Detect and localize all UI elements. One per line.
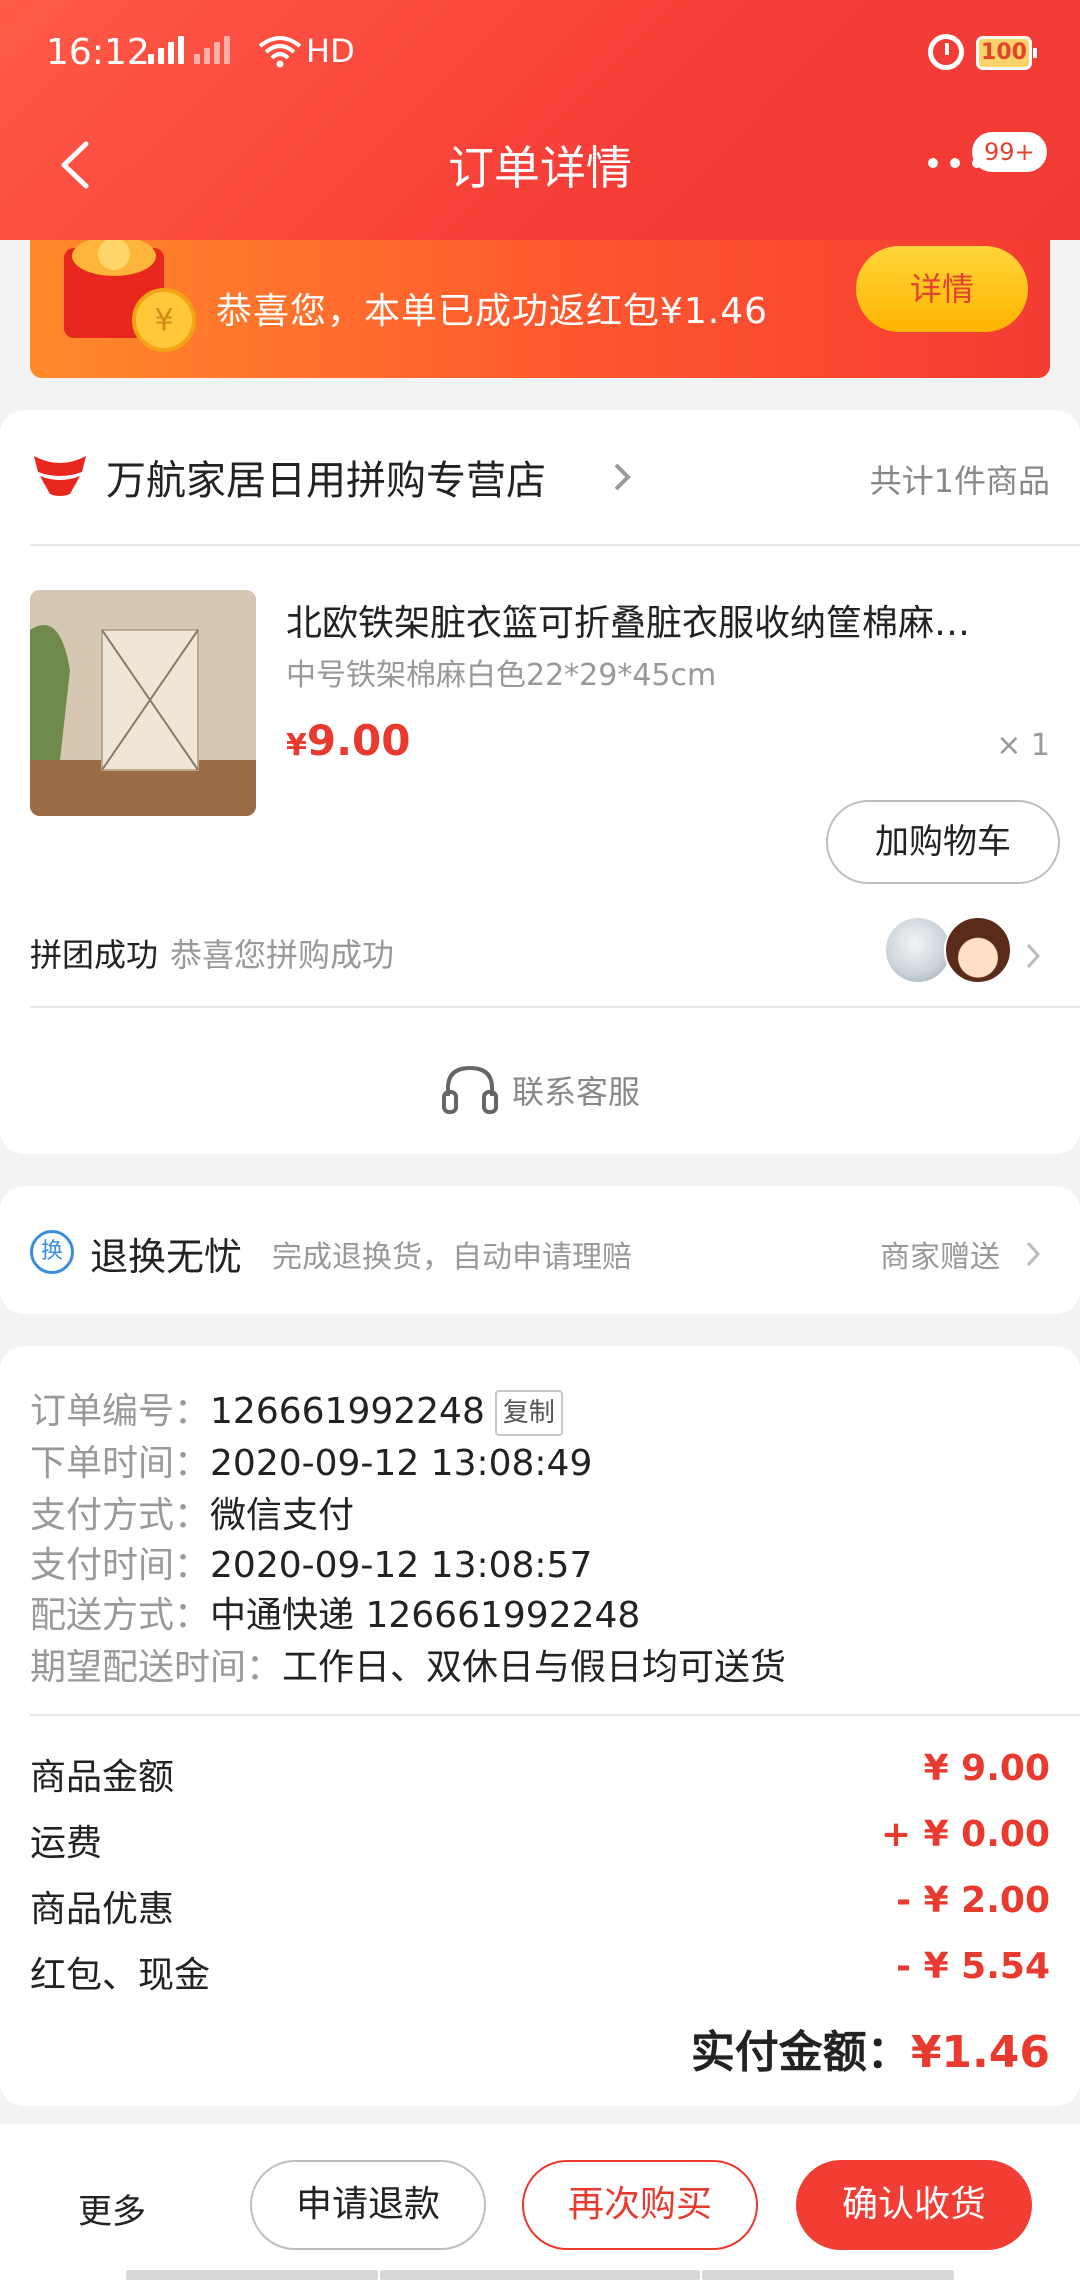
red-envelope-icon: ¥ — [64, 236, 196, 352]
battery-indicator: 100 — [976, 36, 1037, 70]
order-time-row: 下单时间：2020-09-12 13:08:49 — [30, 1434, 592, 1486]
info-value: 126661992248 — [210, 1391, 485, 1432]
summary-shipping-row: 运费 + ¥ 0.00 — [30, 1814, 1050, 1864]
order-info-card: 订单编号：126661992248 复制 下单时间：2020-09-12 13:0… — [0, 1346, 1080, 2106]
expected-delivery-row: 期望配送时间：工作日、双休日与假日均可送货 — [30, 1638, 786, 1690]
info-value: 工作日、双休日与假日均可送货 — [282, 1647, 787, 1688]
signal-icon — [148, 36, 230, 64]
product-image[interactable] — [30, 590, 256, 816]
chevron-right-icon[interactable] — [1024, 942, 1042, 970]
apply-refund-button[interactable]: 申请退款 — [250, 2160, 486, 2250]
more-button[interactable]: 更多 — [78, 2184, 146, 2233]
confirm-receipt-button[interactable]: 确认收货 — [796, 2160, 1032, 2250]
exchange-icon: 换 — [30, 1230, 74, 1274]
chevron-right-icon[interactable] — [612, 462, 632, 492]
add-to-cart-button[interactable]: 加购物车 — [826, 800, 1060, 884]
status-bar: 16:12 HD 100 — [0, 0, 1080, 108]
item-count: 共计1件商品 — [869, 462, 1050, 500]
info-value: 微信支付 — [210, 1495, 355, 1536]
copy-button[interactable]: 复制 — [494, 1390, 563, 1436]
bottom-action-bar: 更多 申请退款 再次购买 确认收货 — [0, 2124, 1080, 2280]
shop-card: 万航家居日用拼购专营店 共计1件商品 北欧铁架脏衣篮可折叠脏衣服收纳筐棉麻… 中… — [0, 410, 1080, 1154]
order-number-row: 订单编号：126661992248 复制 — [30, 1382, 563, 1436]
home-indicator — [126, 2270, 378, 2280]
customer-service-label: 联系客服 — [511, 1073, 640, 1111]
info-value: 2020-09-12 13:08:49 — [210, 1443, 593, 1484]
delivery-method-row: 配送方式：中通快递 126661992248 — [30, 1586, 640, 1638]
home-indicator — [380, 2270, 700, 2280]
guarantee-title: 退换无忧 — [90, 1235, 243, 1279]
info-key: 下单时间： — [30, 1443, 211, 1484]
alarm-icon — [928, 34, 964, 70]
summary-discount-row: 商品优惠 - ¥ 2.00 — [30, 1880, 1050, 1930]
guarantee-desc: 完成退换货，自动申请理赔 — [272, 1240, 632, 1275]
group-status: 拼团成功 — [30, 936, 159, 974]
buy-again-button[interactable]: 再次购买 — [522, 2160, 758, 2250]
info-key: 配送方式： — [30, 1595, 211, 1636]
info-value: 2020-09-12 13:08:57 — [210, 1545, 593, 1586]
page-title: 订单详情 — [448, 141, 632, 195]
cashback-banner: ¥ 恭喜您，本单已成功返红包¥1.46 详情 — [30, 236, 1050, 378]
summary-redpacket-row: 红包、现金 - ¥ 5.54 — [30, 1946, 1050, 1996]
header: 16:12 HD 100 订单详情 99+ — [0, 0, 1080, 240]
guarantee-provider: 商家赠送 — [880, 1240, 1000, 1275]
group-desc: 恭喜您拼购成功 — [170, 936, 395, 974]
divider — [30, 544, 1080, 546]
cashback-text: 恭喜您，本单已成功返红包¥1.46 — [216, 291, 769, 332]
info-value: 中通快递 126661992248 — [210, 1595, 641, 1636]
info-key: 期望配送时间： — [30, 1647, 283, 1688]
cashback-detail-button[interactable]: 详情 — [856, 246, 1028, 332]
hd-indicator: HD — [306, 32, 355, 70]
wifi-icon — [258, 36, 302, 68]
payment-time-row: 支付时间：2020-09-12 13:08:57 — [30, 1536, 592, 1588]
payment-method-row: 支付方式：微信支付 — [30, 1486, 354, 1538]
divider — [30, 1006, 1080, 1008]
shop-name[interactable]: 万航家居日用拼购专营店 — [106, 448, 546, 506]
headset-icon — [441, 1065, 498, 1114]
paid-amount: 实付金额：¥1.46 — [690, 2027, 1050, 2078]
avatar[interactable] — [884, 916, 952, 984]
info-key: 支付方式： — [30, 1495, 211, 1536]
shop-logo-icon — [34, 456, 86, 496]
info-key: 订单编号： — [30, 1391, 211, 1432]
avatar[interactable] — [944, 916, 1012, 984]
summary-goods-row: 商品金额 ¥ 9.00 — [30, 1748, 1050, 1798]
product-quantity: × 1 — [996, 728, 1050, 763]
status-time: 16:12 — [46, 32, 150, 73]
customer-service-button[interactable]: 联系客服 — [0, 1050, 1080, 1130]
svg-text:¥: ¥ — [154, 303, 173, 338]
chevron-right-icon[interactable] — [1024, 1240, 1042, 1268]
product-title[interactable]: 北欧铁架脏衣篮可折叠脏衣服收纳筐棉麻… — [286, 594, 1026, 646]
divider — [30, 1714, 1080, 1716]
home-indicator — [702, 2270, 954, 2280]
info-key: 支付时间： — [30, 1545, 211, 1586]
message-badge: 99+ — [972, 132, 1047, 172]
refund-guarantee-card[interactable]: 换 退换无忧 完成退换货，自动申请理赔 商家赠送 — [0, 1186, 1080, 1314]
product-spec: 中号铁架棉麻白色22*29*45cm — [286, 658, 717, 693]
product-price: ¥9.00 — [286, 716, 411, 765]
